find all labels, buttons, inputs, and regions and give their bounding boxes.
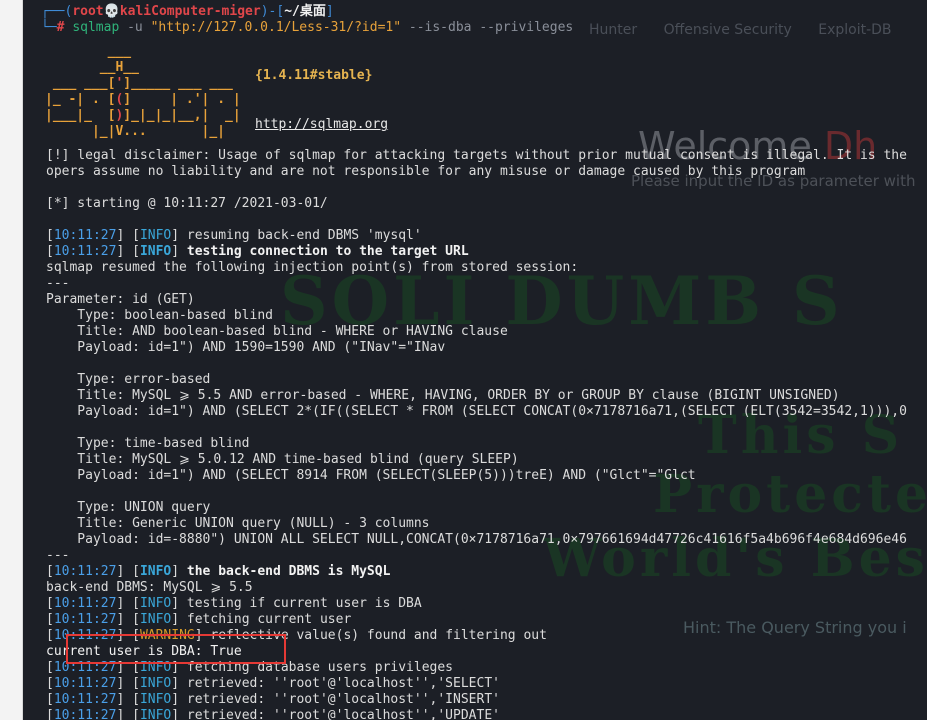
injection-type: Type: error-based <box>46 372 211 387</box>
disclaimer-line-2: opers assume no liability and are not re… <box>46 164 806 179</box>
bookmark-offsec: Offensive Security <box>663 22 792 38</box>
injection-payload: Payload: id=1") AND (SELECT 2*(IF((SELEC… <box>46 404 907 419</box>
prompt-corner-bottom: └─ <box>41 20 57 35</box>
resumed-line: sqlmap resumed the following injection p… <box>46 260 579 275</box>
command-line[interactable]: └─# sqlmap -u "http://127.0.0.1/Less-31/… <box>41 20 573 36</box>
parameter-line: Parameter: id (GET) <box>46 292 195 307</box>
prompt-host: kaliComputer-miger <box>119 4 261 19</box>
prompt-corner: ┌──( <box>41 4 73 19</box>
log-line: [10:11:27] [INFO] retrieved: ''root'@'lo… <box>46 676 500 691</box>
log-line: [10:11:27] [INFO] testing if current use… <box>46 596 422 611</box>
injection-type: Type: UNION query <box>46 500 211 515</box>
log-line: [10:11:27] [INFO] resuming back-end DBMS… <box>46 228 422 243</box>
injection-payload: Payload: id=-8880") UNION ALL SELECT NUL… <box>46 532 907 547</box>
command-name: sqlmap <box>72 20 120 35</box>
command-url: "http://127.0.0.1/Less-31/?id=1" <box>150 20 402 35</box>
injection-title: Title: MySQL ⩾ 5.5 AND error-based - WHE… <box>46 388 840 403</box>
injection-title: Title: AND boolean-based blind - WHERE o… <box>46 324 508 339</box>
disclaimer-line-1: [!] legal disclaimer: Usage of sqlmap fo… <box>46 148 907 163</box>
terminal-window[interactable]: Hunter Offensive Security Exploit-DB Wel… <box>23 0 927 720</box>
backend-dbms-line: back-end DBMS: MySQL ⩾ 5.5 <box>46 580 253 595</box>
bookmark-hunter: Hunter <box>589 22 638 38</box>
prompt-bracket-end: ] <box>325 4 334 19</box>
prompt-hash: # <box>56 20 65 35</box>
prompt-user: root <box>72 4 104 19</box>
injection-type: Type: boolean-based blind <box>46 308 273 323</box>
log-line: [10:11:27] [INFO] testing connection to … <box>46 244 469 259</box>
prompt-line-1: ┌──(root💀kaliComputer-miger)-[~/桌面] <box>41 4 334 20</box>
sqlmap-url-link[interactable]: http://sqlmap.org <box>255 117 388 133</box>
injection-type: Type: time-based blind <box>46 436 250 451</box>
prompt-bracket: )-[ <box>260 4 285 19</box>
command-options: --is-dba --privileges <box>408 20 574 35</box>
background-bookmarks: Hunter Offensive Security Exploit-DB <box>589 22 914 38</box>
starting-line: [*] starting @ 10:11:27 /2021-03-01/ <box>46 196 328 211</box>
sqlmap-logo: ___ __H__ ___ ___[']_____ ___ ___ |_ -| … <box>45 44 241 139</box>
injection-title: Title: MySQL ⩾ 5.0.12 AND time-based bli… <box>46 452 519 467</box>
window-left-edge <box>0 0 23 720</box>
separator: --- <box>46 276 70 291</box>
separator: --- <box>46 548 70 563</box>
bookmark-exploitdb: Exploit-DB <box>818 22 892 38</box>
log-line: [10:11:27] [INFO] retrieved: ''root'@'lo… <box>46 692 500 707</box>
dba-highlight-box <box>66 634 286 664</box>
background-hint: Hint: The Query String you i <box>683 618 907 637</box>
injection-title: Title: Generic UNION query (NULL) - 3 co… <box>46 516 430 531</box>
sqlmap-version: {1.4.11#stable} <box>255 68 373 83</box>
log-line: [10:11:27] [INFO] the back-end DBMS is M… <box>46 564 391 579</box>
prompt-path: ~/桌面 <box>284 4 326 19</box>
injection-payload: Payload: id=1") AND (SELECT 8914 FROM (S… <box>46 468 696 483</box>
injection-payload: Payload: id=1") AND 1590=1590 AND ("INav… <box>46 340 446 355</box>
skull-icon: 💀 <box>103 4 120 19</box>
log-line: [10:11:27] [INFO] retrieved: ''root'@'lo… <box>46 708 500 720</box>
command-flag: -u <box>127 20 143 35</box>
log-line: [10:11:27] [INFO] fetching current user <box>46 612 352 627</box>
